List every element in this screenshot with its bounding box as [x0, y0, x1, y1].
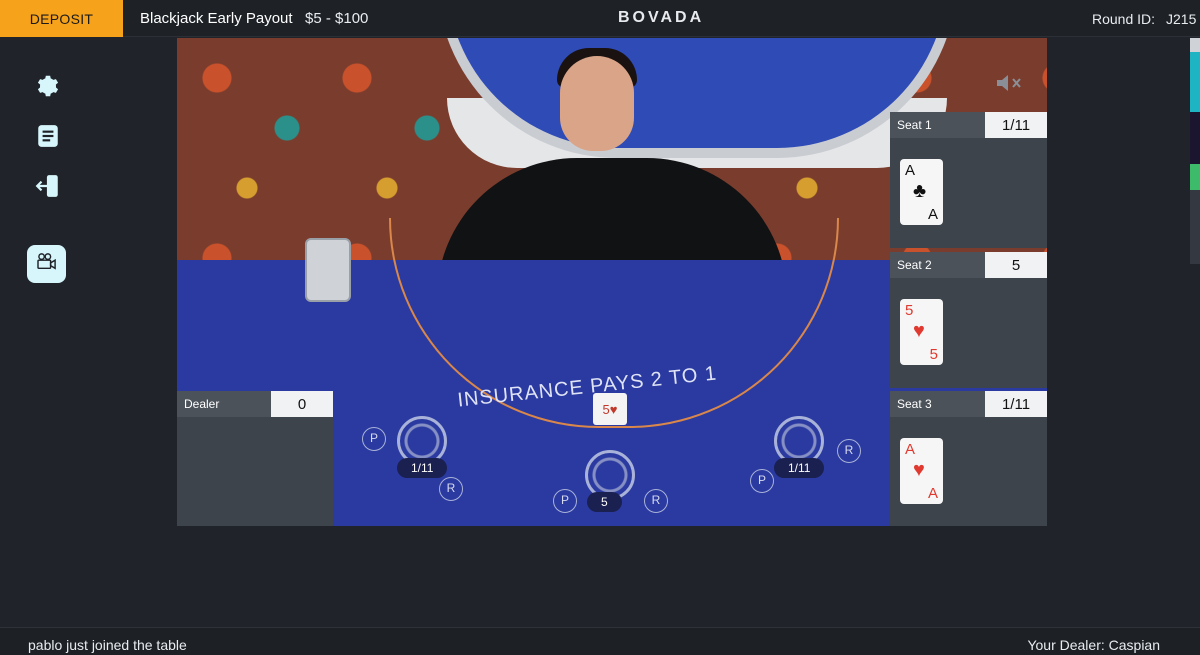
club-icon: ♣ [913, 180, 927, 202]
footer-bar: pablo just joined the table Your Dealer:… [0, 627, 1200, 655]
dealer-title: Dealer [184, 397, 220, 411]
seat-panel-3: Seat 3 1/11 A ♥ A [890, 391, 1047, 526]
edge-panel [1190, 38, 1200, 264]
seat-panel-2: Seat 2 5 5 ♥ 5 [890, 252, 1047, 388]
rummy-bet-left[interactable]: R [439, 477, 463, 501]
deposit-button[interactable]: DEPOSIT [0, 0, 123, 37]
top-bar: DEPOSIT Blackjack Early Payout $5 - $100… [0, 0, 1200, 37]
spot-tag-right: 1/11 [774, 458, 825, 478]
mute-icon[interactable] [995, 72, 1025, 94]
seat-score: 1/11 [985, 391, 1047, 417]
rummy-bet-center[interactable]: R [644, 489, 668, 513]
heart-icon: ♥ [913, 459, 925, 481]
card-rank: A [927, 206, 938, 223]
pair-bet-right[interactable]: P [750, 469, 774, 493]
gear-icon[interactable] [30, 68, 66, 104]
pair-bet-left[interactable]: P [362, 427, 386, 451]
felt-card: 5 ♥ [593, 393, 627, 425]
table-name: Blackjack Early Payout [140, 10, 293, 27]
card-shoe [305, 238, 351, 302]
seat-header: Seat 2 5 [890, 252, 1047, 278]
edge-segment-teal [1190, 52, 1200, 112]
spot-tag-center: 5 [587, 492, 622, 512]
dealer-panel: Dealer 0 [177, 391, 333, 526]
seat-title: Seat 3 [897, 397, 932, 411]
chat-message: pablo just joined the table [28, 637, 187, 653]
card-rank: 5 [905, 302, 914, 319]
playing-card: A ♣ A [900, 159, 943, 225]
document-icon[interactable] [30, 118, 66, 154]
video-camera-icon [36, 252, 58, 276]
card-rank: A [905, 441, 916, 458]
seat-title: Seat 2 [897, 258, 932, 272]
edge-divider [1190, 38, 1200, 52]
dealer-name: Your Dealer: Caspian [1027, 637, 1160, 653]
card-rank: A [905, 162, 916, 179]
table-limits: $5 - $100 [305, 10, 369, 27]
edge-segment-gray [1190, 190, 1200, 264]
felt-card-suit: ♥ [609, 401, 618, 417]
heart-icon: ♥ [913, 320, 925, 342]
playing-card: A ♥ A [900, 438, 943, 504]
dealer-panel-header: Dealer 0 [177, 391, 333, 417]
seat-panel-1: Seat 1 1/11 A ♣ A [890, 112, 1047, 248]
pair-bet-center[interactable]: P [553, 489, 577, 513]
edge-segment-green [1190, 164, 1200, 190]
playing-card: 5 ♥ 5 [900, 299, 943, 365]
video-camera-button[interactable] [27, 245, 66, 283]
seat-score: 1/11 [985, 112, 1047, 138]
spot-tag-left: 1/11 [397, 458, 448, 478]
edge-segment-dark [1190, 112, 1200, 164]
round-id-value: J215 [1166, 11, 1197, 27]
card-rank: A [927, 485, 938, 502]
rummy-bet-right[interactable]: R [837, 439, 861, 463]
card-rank: 5 [929, 346, 938, 363]
seat-header: Seat 3 1/11 [890, 391, 1047, 417]
dealer-score: 0 [271, 391, 333, 417]
exit-icon[interactable] [30, 168, 66, 204]
brand-logo: BOVADA [618, 9, 705, 26]
seat-header: Seat 1 1/11 [890, 112, 1047, 138]
round-id-label: Round ID: [1092, 11, 1156, 27]
dealer-head [560, 56, 634, 151]
seat-title: Seat 1 [897, 118, 932, 132]
felt-card-rank: 5 [602, 401, 610, 417]
seat-score: 5 [985, 252, 1047, 278]
